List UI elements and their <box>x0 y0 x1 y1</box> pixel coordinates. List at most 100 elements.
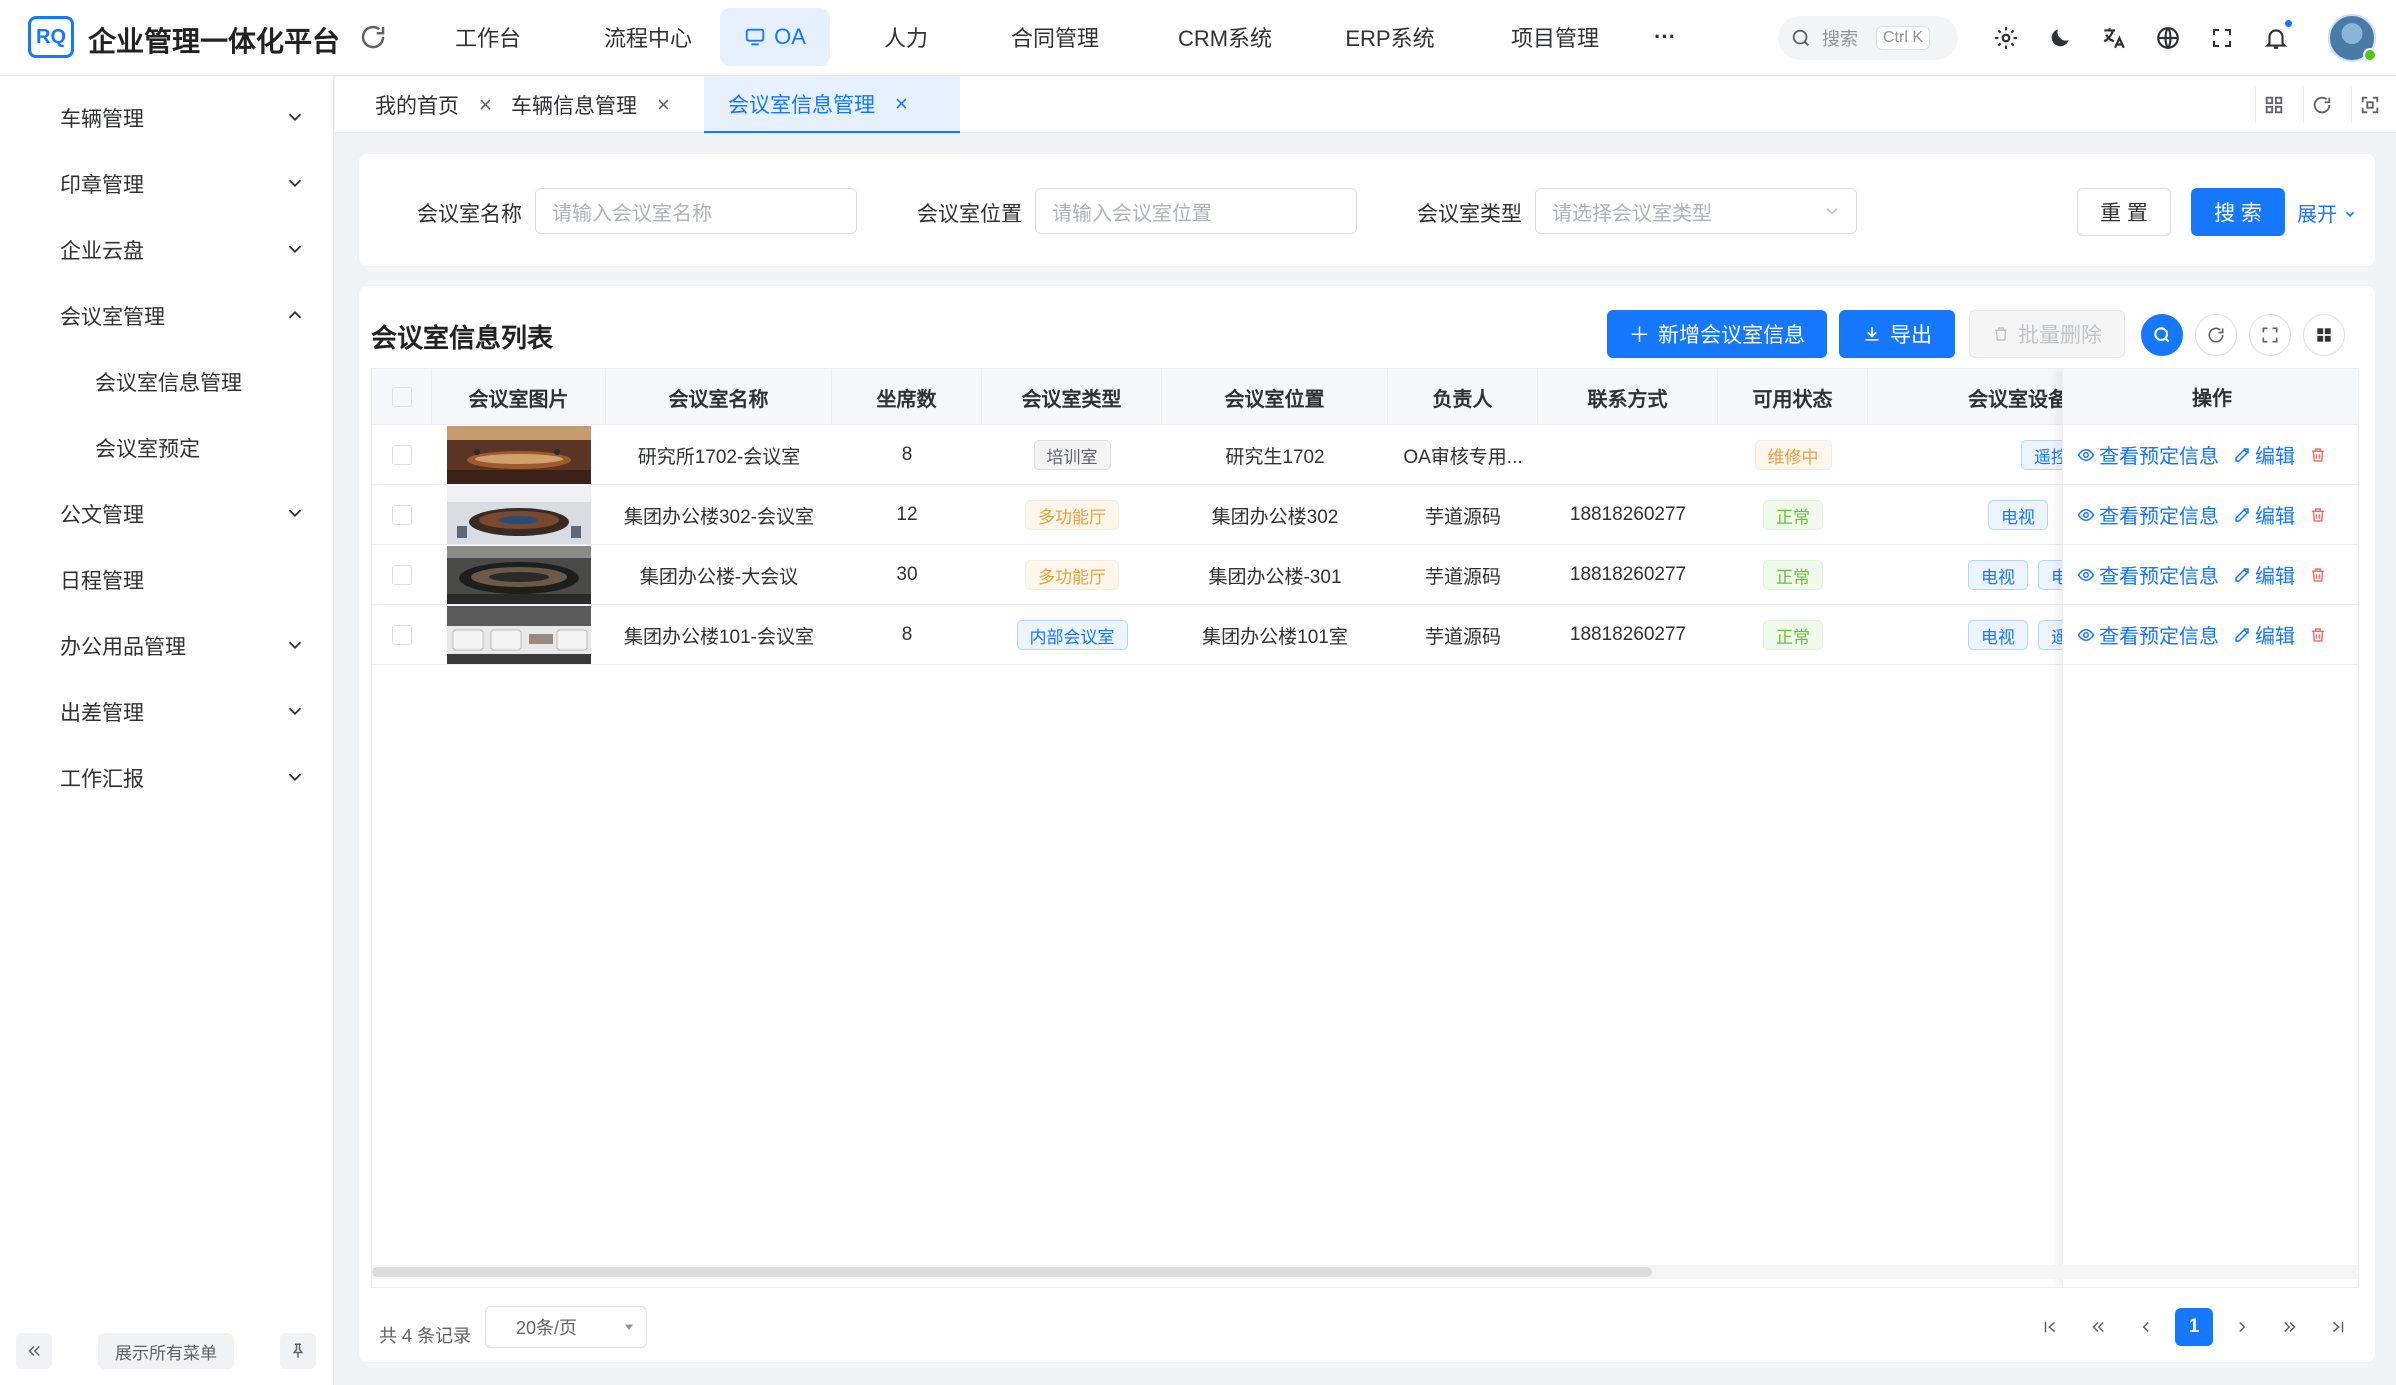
double-chevron-left-icon <box>2092 1321 2104 1333</box>
nav-project[interactable]: 项目管理 <box>1490 8 1620 66</box>
sidebar-item-meeting-room[interactable]: 会议室管理 <box>0 286 334 346</box>
room-image-2[interactable] <box>447 486 591 544</box>
nav-contract[interactable]: 合同管理 <box>990 8 1120 66</box>
view-booking-link[interactable]: 查看预定信息 <box>2077 440 2219 469</box>
edit-link[interactable]: 编辑 <box>2233 560 2295 589</box>
sidebar-item-work-report[interactable]: 工作汇报 <box>0 748 334 808</box>
sidebar-item-meeting-room-booking[interactable]: 会议室预定 <box>0 418 334 478</box>
column-settings-button[interactable] <box>2303 314 2345 356</box>
row-checkbox[interactable] <box>392 505 412 525</box>
expand-link[interactable]: 展开 <box>2297 198 2357 227</box>
table-row[interactable]: 研究所1702-会议室 8 培训室 研究生1702 OA审核专用... 维修中 … <box>372 425 2358 485</box>
table-row[interactable]: 集团办公楼101-会议室 8 内部会议室 集团办公楼101室 芋道源码 1881… <box>372 605 2358 665</box>
room-image-4[interactable] <box>447 606 591 664</box>
nav-more[interactable]: ··· <box>1640 8 1690 66</box>
add-meeting-room-button[interactable]: ＋ 新增会议室信息 <box>1607 310 1827 358</box>
sidebar-item-cloud-disk[interactable]: 企业云盘 <box>0 220 334 280</box>
next-group-button[interactable] <box>2271 1308 2309 1346</box>
fullscreen-icon[interactable] <box>2206 22 2238 54</box>
sidebar-item-seal[interactable]: 印章管理 <box>0 154 334 214</box>
sidebar-item-schedule[interactable]: 日程管理 <box>0 550 334 610</box>
chevron-down-icon <box>2345 211 2354 217</box>
sidebar-item-meeting-room-info[interactable]: 会议室信息管理 <box>0 352 334 412</box>
horizontal-scrollbar[interactable] <box>372 1265 2358 1279</box>
edit-link[interactable]: 编辑 <box>2233 440 2295 469</box>
select-all-checkbox[interactable] <box>391 387 412 407</box>
phone-cell: 18818260277 <box>1569 564 1687 585</box>
sidebar-item-document[interactable]: 公文管理 <box>0 484 334 544</box>
translate-icon[interactable] <box>2098 22 2130 54</box>
sidebar-item-business-trip[interactable]: 出差管理 <box>0 682 334 742</box>
edit-link[interactable]: 编辑 <box>2233 620 2295 649</box>
export-button[interactable]: 导出 <box>1839 310 1955 358</box>
chevron-up-icon <box>288 310 302 319</box>
refresh-icon[interactable] <box>358 22 388 52</box>
fullscreen-table-button[interactable] <box>2249 314 2291 356</box>
close-icon[interactable]: × <box>895 91 908 117</box>
tab-maximize-button[interactable] <box>2351 87 2387 123</box>
prev-group-button[interactable] <box>2079 1308 2117 1346</box>
reset-button[interactable]: 重 置 <box>2077 188 2171 236</box>
page-1-button[interactable]: 1 <box>2175 1308 2213 1346</box>
pin-sidebar-button[interactable] <box>280 1333 316 1369</box>
tab-meeting-room-info[interactable]: 会议室信息管理 × <box>704 77 960 133</box>
type-tag: 多功能厅 <box>1025 500 1119 530</box>
view-booking-link[interactable]: 查看预定信息 <box>2077 560 2219 589</box>
seats-cell: 30 <box>896 564 918 585</box>
room-image-3[interactable] <box>447 546 591 604</box>
trash-icon[interactable] <box>2309 506 2327 524</box>
last-page-button[interactable] <box>2319 1308 2357 1346</box>
settings-icon[interactable] <box>1990 22 2022 54</box>
collapse-sidebar-button[interactable] <box>16 1333 52 1369</box>
nav-workbench[interactable]: 工作台 <box>428 8 548 66</box>
tab-refresh-button[interactable] <box>2303 87 2339 123</box>
edit-label: 编辑 <box>2255 506 2295 528</box>
sidebar-item-vehicle[interactable]: 车辆管理 <box>0 88 334 148</box>
globe-icon[interactable] <box>2152 22 2184 54</box>
nav-process-center[interactable]: 流程中心 <box>568 8 728 66</box>
tab-vehicle-info[interactable]: 车辆信息管理 × <box>487 77 686 133</box>
scrollbar-thumb[interactable] <box>372 1267 1652 1277</box>
nav-hr[interactable]: 人力 <box>856 8 956 66</box>
search-button[interactable]: 搜 索 <box>2191 188 2285 236</box>
table-row[interactable]: 集团办公楼302-会议室 12 多功能厅 集团办公楼302 芋道源码 18818… <box>372 485 2358 545</box>
room-location-input[interactable]: 请输入会议室位置 <box>1035 188 1357 234</box>
edit-icon <box>2235 507 2249 522</box>
row-checkbox[interactable] <box>392 565 412 585</box>
prev-page-button[interactable] <box>2127 1308 2165 1346</box>
trash-icon[interactable] <box>2309 626 2327 644</box>
room-name-input[interactable]: 请输入会议室名称 <box>535 188 857 234</box>
next-page-button[interactable] <box>2223 1308 2261 1346</box>
close-icon[interactable]: × <box>657 92 670 118</box>
page-size-select[interactable]: 20条/页 <box>485 1306 647 1348</box>
row-checkbox[interactable] <box>392 445 412 465</box>
chevron-down-icon <box>288 245 302 254</box>
caret-down-icon <box>624 1324 634 1330</box>
row-checkbox[interactable] <box>392 625 412 645</box>
trash-icon[interactable] <box>2309 446 2327 464</box>
table-row[interactable]: 集团办公楼-大会议 30 多功能厅 集团办公楼-301 芋道源码 1881826… <box>372 545 2358 605</box>
refresh-table-button[interactable] <box>2195 314 2237 356</box>
nav-erp[interactable]: ERP系统 <box>1325 8 1455 66</box>
dark-mode-icon[interactable] <box>2044 22 2076 54</box>
global-search[interactable]: 搜索 Ctrl K <box>1778 16 1958 60</box>
trash-icon[interactable] <box>2309 566 2327 584</box>
view-booking-link[interactable]: 查看预定信息 <box>2077 620 2219 649</box>
bell-icon[interactable] <box>2260 18 2294 54</box>
show-all-menu-button[interactable]: 展示所有菜单 <box>98 1333 234 1369</box>
toggle-search-button[interactable] <box>2141 314 2183 356</box>
nav-oa[interactable]: OA <box>720 8 830 66</box>
sidebar-item-office-supplies[interactable]: 办公用品管理 <box>0 616 334 676</box>
view-booking-link[interactable]: 查看预定信息 <box>2077 500 2219 529</box>
nav-crm[interactable]: CRM系统 <box>1160 8 1290 66</box>
expand-icon <box>2262 327 2278 343</box>
first-page-button[interactable] <box>2031 1308 2069 1346</box>
edit-link[interactable]: 编辑 <box>2233 500 2295 529</box>
row-select-cell <box>372 425 432 485</box>
tab-home[interactable]: 我的首页 × <box>335 77 508 133</box>
app-logo[interactable]: RQ <box>28 16 74 58</box>
room-image-1[interactable] <box>447 426 591 484</box>
room-type-select[interactable]: 请选择会议室类型 <box>1535 188 1857 234</box>
tab-grid-button[interactable] <box>2255 87 2291 123</box>
batch-delete-button[interactable]: 批量删除 <box>1969 310 2125 358</box>
